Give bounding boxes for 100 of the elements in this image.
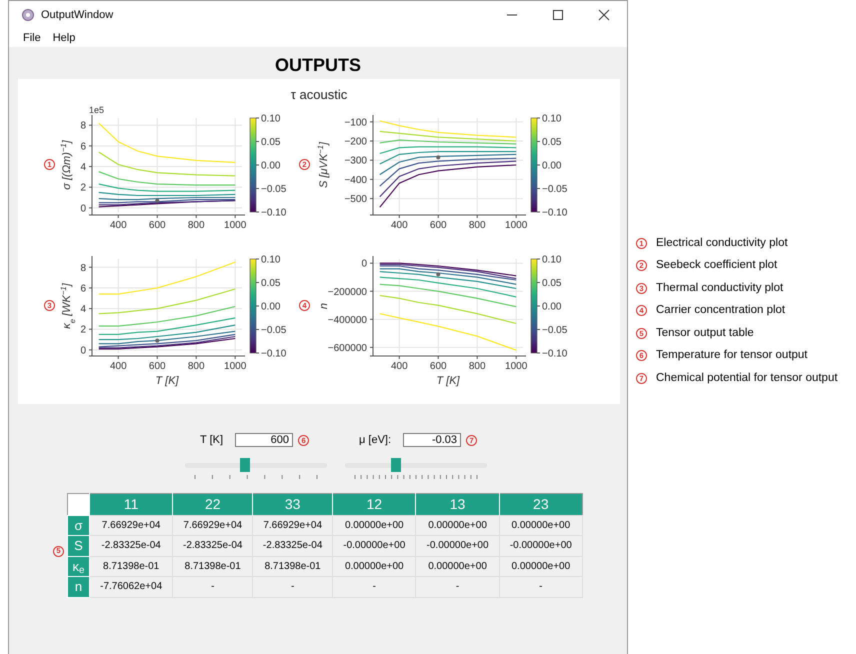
input-field[interactable]: -0.03 [403, 433, 462, 448]
page-heading: OUTPUTS [274, 54, 362, 77]
slider[interactable] [185, 458, 327, 472]
row-header: n [68, 576, 90, 597]
colorbar-label: 0.00 [542, 302, 562, 312]
colorbar-label: −0.05 [542, 325, 568, 336]
menu-item[interactable]: Help [46, 29, 82, 47]
tick-label: 8 [80, 262, 86, 274]
colorbar-label: −0.10 [261, 348, 286, 360]
colorbar-label: −0.10 [261, 208, 286, 218]
legend-text: Seebeck coefficient plot [656, 258, 778, 274]
field-label: μ [eV]: [359, 433, 392, 448]
tick-label: −300 [344, 156, 367, 167]
tick-label: 400 [110, 361, 127, 372]
table-cell: - [172, 576, 253, 597]
input-field[interactable]: 600 [235, 433, 294, 448]
column-header: 12 [332, 493, 416, 515]
table-cell: 0.00000e+00 [499, 556, 582, 576]
column-header: 11 [90, 493, 173, 515]
tick-label: 400 [110, 220, 127, 231]
table-cell: 8.71398e-01 [90, 556, 173, 576]
tick-label: 600 [148, 220, 166, 231]
legend-text: Thermal conductivity plot [656, 280, 784, 296]
app-icon [21, 8, 35, 22]
colorbar-label: 0.10 [261, 114, 280, 124]
tick-label: 4 [80, 162, 86, 174]
table-cell: 7.66929e+04 [172, 515, 253, 536]
table-cell: 0.00000e+00 [332, 515, 416, 536]
colorbar-label: 0.00 [261, 160, 280, 172]
slider-thumb[interactable] [391, 458, 402, 472]
tick-label: 1000 [224, 220, 246, 231]
tick-label: 6 [80, 283, 86, 294]
menu-item[interactable]: File [17, 29, 47, 47]
tick-label: 8 [80, 120, 86, 132]
row-header: σ [68, 515, 90, 536]
axis-label: T [K] [155, 375, 179, 387]
tick-label: 600 [430, 361, 447, 372]
tick-label: 600 [430, 220, 447, 231]
tick-label: 0 [80, 203, 86, 214]
tick-label: 1000 [224, 361, 246, 372]
tick-label: 800 [188, 361, 205, 372]
column-header: 23 [499, 493, 582, 515]
table-cell: 0.00000e+00 [499, 515, 582, 536]
legend-text: Electrical conductivity plot [656, 236, 788, 251]
column-header: 22 [172, 493, 253, 515]
table-cell: - [252, 576, 333, 597]
colorbar-label: 0.05 [542, 278, 562, 289]
axis-label: T [K] [436, 375, 460, 387]
row-header: κ$_{e}$ [68, 556, 90, 576]
row-header: S [68, 536, 90, 556]
offset-label: 1e5 [89, 105, 104, 115]
colorbar-label: 0.05 [261, 278, 280, 289]
tick-label: 1000 [505, 220, 528, 231]
table-cell: 7.66929e+04 [252, 515, 333, 536]
tick-label: 800 [188, 220, 205, 231]
tick-label: 2 [80, 324, 86, 336]
tick-label: 600 [148, 361, 166, 372]
tick-label: 4 [80, 304, 86, 316]
legend-text: Tensor output table [656, 326, 754, 341]
table-cell: -7.76062e+04 [90, 576, 173, 597]
table-cell: -2.83325e-04 [252, 536, 333, 556]
table-cell: -0.00000e+00 [499, 536, 582, 556]
colorbar-label: −0.10 [542, 208, 568, 218]
table-cell: 0.00000e+00 [332, 556, 416, 576]
column-header: 33 [252, 493, 333, 515]
close-icon[interactable] [598, 9, 610, 21]
colorbar-label: 0.05 [542, 137, 562, 148]
colorbar-label: 0.10 [542, 114, 562, 124]
table-cell: - [332, 576, 416, 597]
column-header: 13 [416, 493, 500, 515]
tick-label: 0 [80, 345, 86, 356]
tick-label: −200000 [328, 286, 367, 298]
table-cell: 8.71398e-01 [252, 556, 333, 576]
tick-label: 800 [468, 361, 486, 372]
tick-label: 400 [390, 361, 408, 372]
table-cell: - [416, 576, 500, 597]
legend-text: Carrier concentration plot [656, 303, 786, 318]
tick-label: 2 [80, 182, 86, 194]
legend-text: Temperature for tensor output [656, 348, 808, 364]
table-cell: -0.00000e+00 [332, 536, 416, 556]
tick-label: −200 [344, 136, 367, 148]
tick-label: −100 [344, 117, 367, 128]
table-cell: 7.66929e+04 [90, 515, 173, 536]
slider[interactable] [345, 458, 487, 472]
tick-label: 0 [361, 258, 367, 270]
window-title: OutputWindow [41, 8, 114, 23]
colorbar-label: 0.10 [261, 254, 280, 266]
table-cell: 0.00000e+00 [416, 515, 500, 536]
maximize-icon[interactable] [552, 9, 564, 21]
colorbar-label: −0.05 [261, 184, 286, 195]
table-cell: -0.00000e+00 [416, 536, 500, 556]
field-label: T [K] [200, 433, 224, 448]
table-cell: 8.71398e-01 [172, 556, 253, 576]
colorbar-label: −0.05 [261, 325, 286, 336]
tick-label: 400 [390, 220, 408, 231]
table-cell: -2.83325e-04 [90, 536, 173, 556]
figure-title: τ acoustic [290, 86, 348, 104]
slider-thumb[interactable] [240, 458, 250, 472]
tick-label: 6 [80, 141, 86, 152]
tick-label: −400000 [328, 314, 367, 326]
